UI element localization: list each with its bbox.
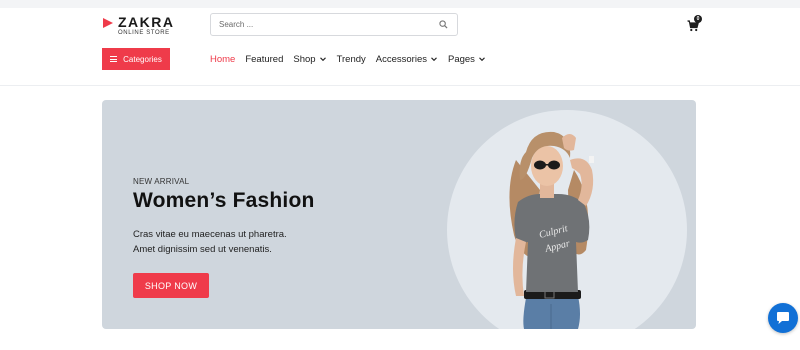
chevron-down-icon xyxy=(479,57,485,62)
chevron-down-icon xyxy=(319,57,326,62)
shop-now-button[interactable]: SHOP NOW xyxy=(133,273,209,298)
search-input[interactable] xyxy=(219,20,437,29)
top-strip xyxy=(0,0,800,8)
chat-icon xyxy=(777,312,789,324)
nav-item-featured[interactable]: Featured xyxy=(245,54,283,65)
hero-description: Cras vitae eu maecenas ut pharetra. Amet… xyxy=(133,227,353,257)
logo-name: ZAKRA xyxy=(118,14,175,30)
main-nav: Home Featured Shop Trendy Accessories Pa… xyxy=(210,52,496,66)
hero-banner: NEW ARRIVAL Women’s Fashion Cras vitae e… xyxy=(102,100,696,329)
hero-description-line-2: Amet dignissim sed ut venenatis. xyxy=(133,244,272,255)
nav-item-accessories[interactable]: Accessories xyxy=(376,54,438,65)
categories-button[interactable]: Categories xyxy=(102,48,170,70)
nav-item-shop[interactable]: Shop xyxy=(293,54,326,65)
site-header: ZAKRA ONLINE STORE 0 Categories Home Fea… xyxy=(0,8,800,86)
logo-play-icon xyxy=(103,18,113,28)
search-box xyxy=(210,13,458,36)
chevron-down-icon xyxy=(431,57,437,62)
nav-label: Trendy xyxy=(336,53,366,65)
nav-item-trendy[interactable]: Trendy xyxy=(337,54,366,65)
search-icon[interactable] xyxy=(437,19,449,31)
nav-label: Pages xyxy=(448,53,475,65)
hero-title: Women’s Fashion xyxy=(133,189,315,212)
nav-label: Home xyxy=(210,53,236,65)
hero-model-image: Culprit Appar xyxy=(509,131,594,329)
logo-tagline: ONLINE STORE xyxy=(118,30,170,36)
nav-label: Featured xyxy=(245,53,284,65)
site-logo[interactable]: ZAKRA ONLINE STORE xyxy=(102,15,175,37)
hero-kicker: NEW ARRIVAL xyxy=(133,177,190,186)
chat-button[interactable] xyxy=(768,303,798,333)
cart-button[interactable]: 0 xyxy=(687,15,703,32)
hamburger-icon xyxy=(110,55,118,64)
nav-item-pages[interactable]: Pages xyxy=(448,54,486,65)
nav-label: Accessories xyxy=(375,53,427,65)
nav-item-home[interactable]: Home xyxy=(210,54,235,65)
cart-count-badge: 0 xyxy=(694,15,702,23)
hero-description-line-1: Cras vitae eu maecenas ut pharetra. xyxy=(133,229,287,240)
categories-label: Categories xyxy=(123,54,162,64)
nav-label: Shop xyxy=(293,53,316,65)
